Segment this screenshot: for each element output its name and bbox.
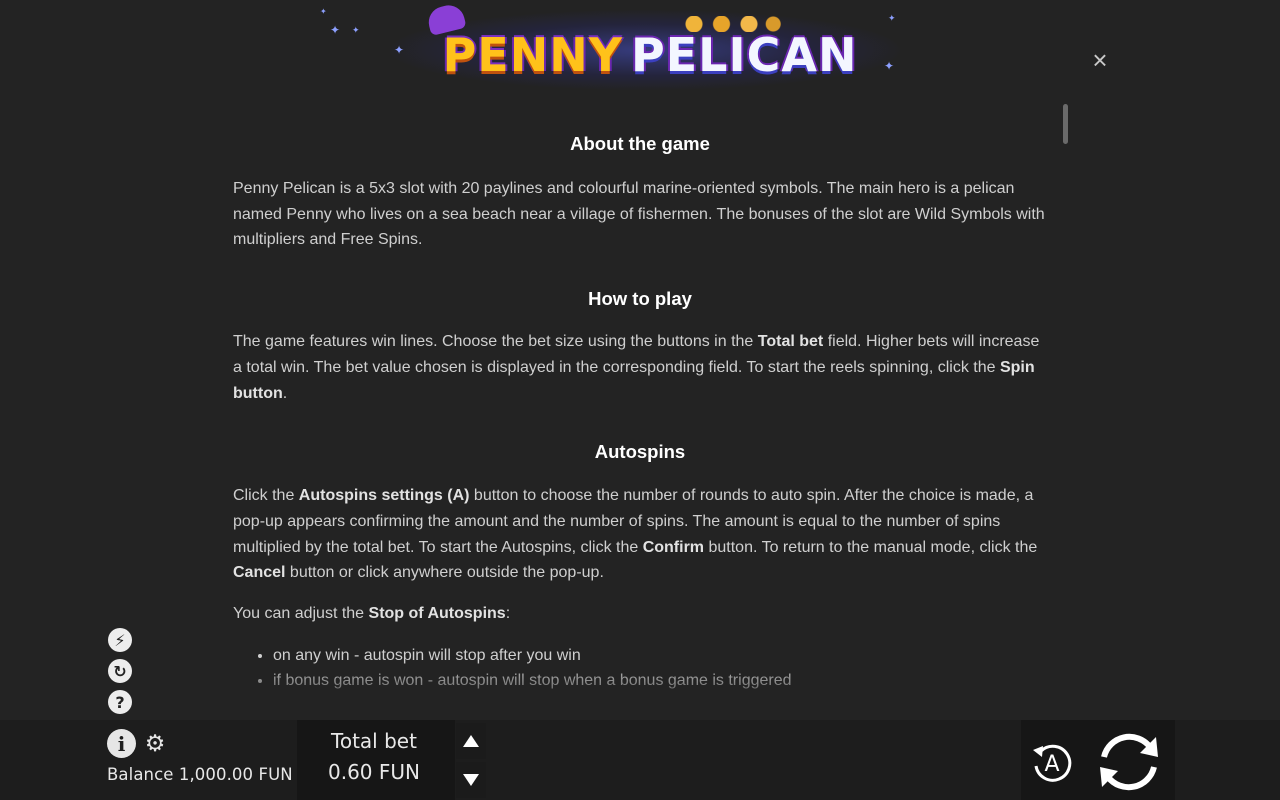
text-span: : (505, 605, 511, 623)
sparkle-icon: ✦ (884, 59, 895, 73)
total-bet-value: 0.60 FUN (328, 760, 420, 784)
rules-content: About the game Penny Pelican is a 5x3 sl… (233, 130, 1047, 695)
bet-increase-button[interactable] (456, 723, 486, 759)
quickspin-icon[interactable]: ↻ (108, 659, 132, 683)
sparkle-icon: ✦ (352, 25, 360, 35)
arrow-down-icon (463, 774, 479, 786)
spin-icon (1100, 733, 1158, 791)
text-span: Click the (233, 487, 299, 505)
text-span: You can adjust the (233, 605, 369, 623)
text-span: The game features win lines. Choose the … (233, 333, 758, 351)
scrollbar-thumb[interactable] (1063, 104, 1068, 144)
sparkle-icon: ✦ (394, 43, 405, 57)
bold-span: Total bet (757, 333, 824, 351)
autospins-heading: Autospins (594, 441, 686, 463)
autospins-text: Click the Autospins settings (A) button … (233, 483, 1047, 586)
sparkle-icon: ✦ (320, 7, 327, 16)
total-bet-label: Total bet (331, 729, 417, 753)
sparkle-icon: ✦ (888, 13, 896, 23)
text-span: button or click anywhere outside the pop… (285, 564, 604, 582)
gear-icon[interactable]: ⚙ (143, 730, 167, 756)
text-span: button. To return to the manual mode, cl… (704, 538, 1038, 556)
bold-span: Confirm (642, 538, 705, 556)
autospin-button[interactable]: A (1027, 738, 1077, 788)
spin-button[interactable] (1094, 727, 1164, 797)
bet-decrease-button[interactable] (456, 762, 486, 798)
logo-title-part2: PELICAN (631, 28, 858, 82)
close-icon[interactable]: × (1086, 45, 1114, 75)
stop-autospins-text: You can adjust the Stop of Autospins: (233, 601, 1047, 627)
balance-display: Balance 1,000.00 FUN (107, 765, 293, 784)
how-to-play-text: The game features win lines. Choose the … (233, 329, 1047, 406)
bold-span: Stop of Autospins (368, 605, 506, 623)
about-heading: About the game (570, 133, 710, 154)
side-icon-stack: ⚡ ↻ ? (108, 628, 134, 721)
list-item: if bonus game is won - autospin will sto… (273, 668, 1047, 694)
logo-title: PENNY PELICAN (440, 20, 860, 90)
game-logo: ✦ ✦ ✦ ✦ ✦ ✦ PENNY PELICAN (300, 0, 1000, 110)
stop-options-list: on any win - autospin will stop after yo… (233, 643, 1047, 694)
list-item: on any win - autospin will stop after yo… (273, 643, 1047, 669)
bold-span: Cancel (233, 564, 286, 582)
arrow-up-icon (463, 735, 479, 747)
turbo-icon[interactable]: ⚡ (108, 628, 132, 652)
autospin-icon: A (1033, 744, 1072, 782)
autospin-label: A (1044, 752, 1059, 777)
game-rules-screen: ✦ ✦ ✦ ✦ ✦ ✦ PENNY PELICAN × About the ga… (0, 0, 1280, 800)
bold-span: Autospins settings (A) (298, 487, 470, 505)
how-to-play-heading: How to play (588, 288, 692, 310)
sparkle-icon: ✦ (330, 23, 341, 37)
info-icon[interactable]: i (107, 729, 136, 758)
logo-title-part1: PENNY (442, 28, 624, 82)
about-text: Penny Pelican is a 5x3 slot with 20 payl… (233, 180, 1045, 249)
text-span: . (282, 384, 288, 402)
help-icon[interactable]: ? (108, 690, 132, 714)
